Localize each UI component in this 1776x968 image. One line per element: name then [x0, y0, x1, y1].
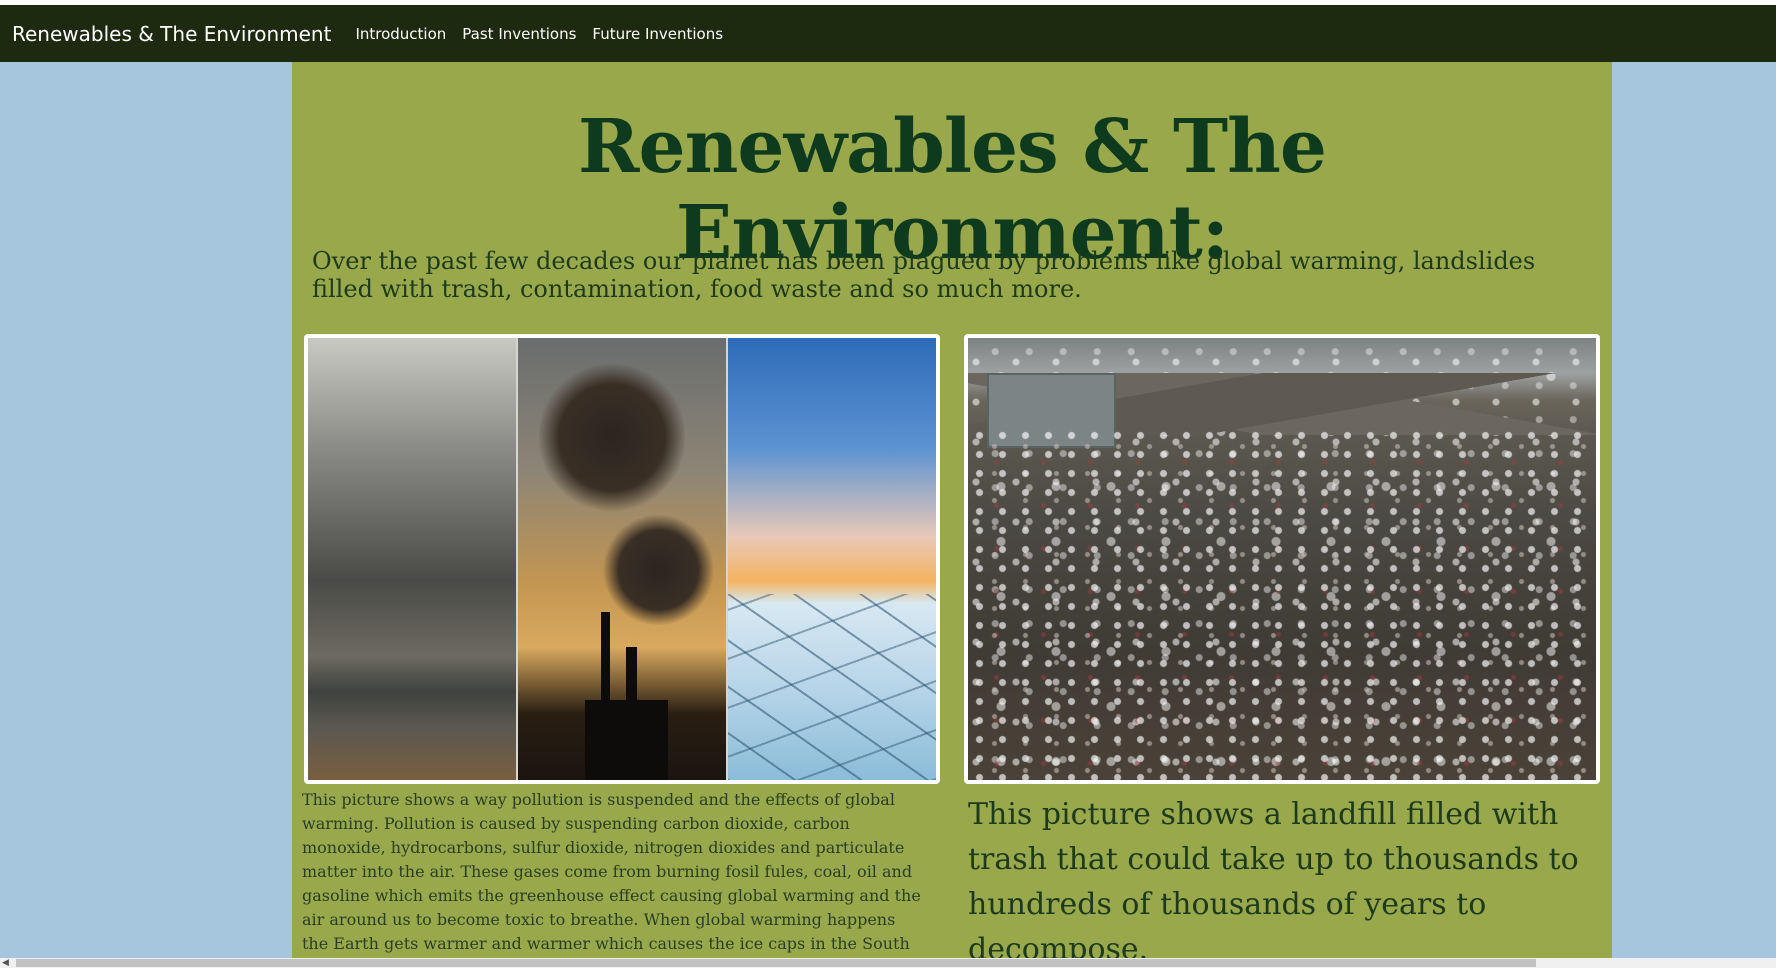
nav-link-past-inventions[interactable]: Past Inventions — [462, 25, 576, 43]
factory-building — [584, 700, 669, 780]
smoke-plume — [601, 514, 717, 626]
smoke-plume — [538, 360, 686, 515]
intro-paragraph: Over the past few decades our planet has… — [312, 247, 1536, 303]
navbar-brand[interactable]: Renewables & The Environment — [12, 22, 331, 46]
nav-link-future-inventions[interactable]: Future Inventions — [592, 25, 723, 43]
pollution-collage-image — [304, 334, 940, 784]
landfill-caption: This picture shows a landfill filled wit… — [968, 797, 1579, 958]
storm-clouds-panel — [308, 338, 518, 780]
panel-divider — [725, 338, 728, 780]
top-navbar: Renewables & The Environment Introductio… — [0, 5, 1776, 62]
panel-divider — [516, 338, 519, 780]
smokestack-panel — [517, 338, 727, 780]
melting-ice-panel — [726, 338, 936, 780]
pollution-caption: This picture shows a way pollution is su… — [302, 790, 921, 953]
horizontal-scrollbar[interactable]: ◀ — [0, 958, 1776, 968]
trash-pile — [968, 426, 1596, 780]
main-content: Renewables & The Environment: Over the p… — [292, 62, 1612, 958]
ice-cracks — [726, 594, 936, 780]
nav-link-introduction[interactable]: Introduction — [355, 25, 446, 43]
landfill-image — [964, 334, 1600, 784]
scroll-left-arrow-icon[interactable]: ◀ — [2, 958, 9, 968]
scrollbar-thumb[interactable] — [16, 959, 1536, 967]
